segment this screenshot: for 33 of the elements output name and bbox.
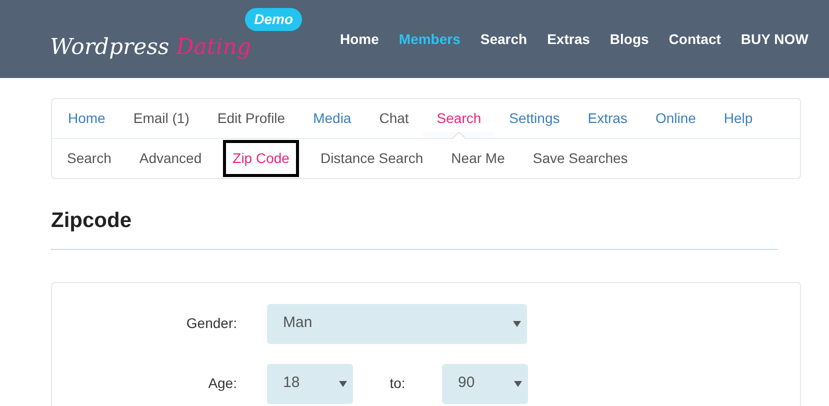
submenu-tab[interactable]: Zip Code xyxy=(222,140,300,177)
menu-tab[interactable]: Home xyxy=(54,99,120,138)
field-label: Gender: xyxy=(185,314,237,333)
demo-badge: Demo xyxy=(245,8,302,31)
logo[interactable]: Wordpress Dating xyxy=(50,31,252,64)
menu-tab[interactable]: Media xyxy=(299,99,366,138)
menu-tab[interactable]: Settings xyxy=(495,99,574,138)
menu-tab[interactable]: Email (1) xyxy=(119,99,204,138)
submenu-tab[interactable]: Distance Search xyxy=(313,143,430,174)
nav-link[interactable]: Search xyxy=(480,28,528,50)
age-from-select[interactable]: 18 xyxy=(267,364,353,404)
nav-link[interactable]: Blogs xyxy=(610,28,649,50)
nav-link[interactable]: Contact xyxy=(668,28,721,50)
menu-tab[interactable]: Extras xyxy=(574,99,642,138)
caret-icon xyxy=(513,320,521,326)
field-label: to: xyxy=(388,374,406,393)
page-heading: Zipcode xyxy=(51,205,778,250)
field-label: Age: xyxy=(207,374,237,393)
menu-tab[interactable]: Online xyxy=(641,99,710,138)
nav-link[interactable]: Home xyxy=(340,28,379,50)
caret-icon xyxy=(514,380,522,386)
menu-tab[interactable]: Help xyxy=(710,99,767,138)
caret-icon xyxy=(339,380,347,386)
nav-link[interactable]: BUY NOW xyxy=(740,28,808,50)
submenu-tab[interactable]: Save Searches xyxy=(526,143,635,174)
submenu-tab[interactable]: Advanced xyxy=(132,143,209,174)
submenu-tab[interactable]: Near Me xyxy=(444,143,512,174)
gender-select[interactable]: Man xyxy=(267,304,527,344)
nav-link[interactable]: Extras xyxy=(547,28,590,50)
menu-tab[interactable]: Edit Profile xyxy=(203,99,300,138)
age-to-select[interactable]: 90 xyxy=(442,364,528,404)
menu-tab[interactable]: Chat xyxy=(365,99,423,138)
submenu-tab[interactable]: Search xyxy=(60,143,118,174)
